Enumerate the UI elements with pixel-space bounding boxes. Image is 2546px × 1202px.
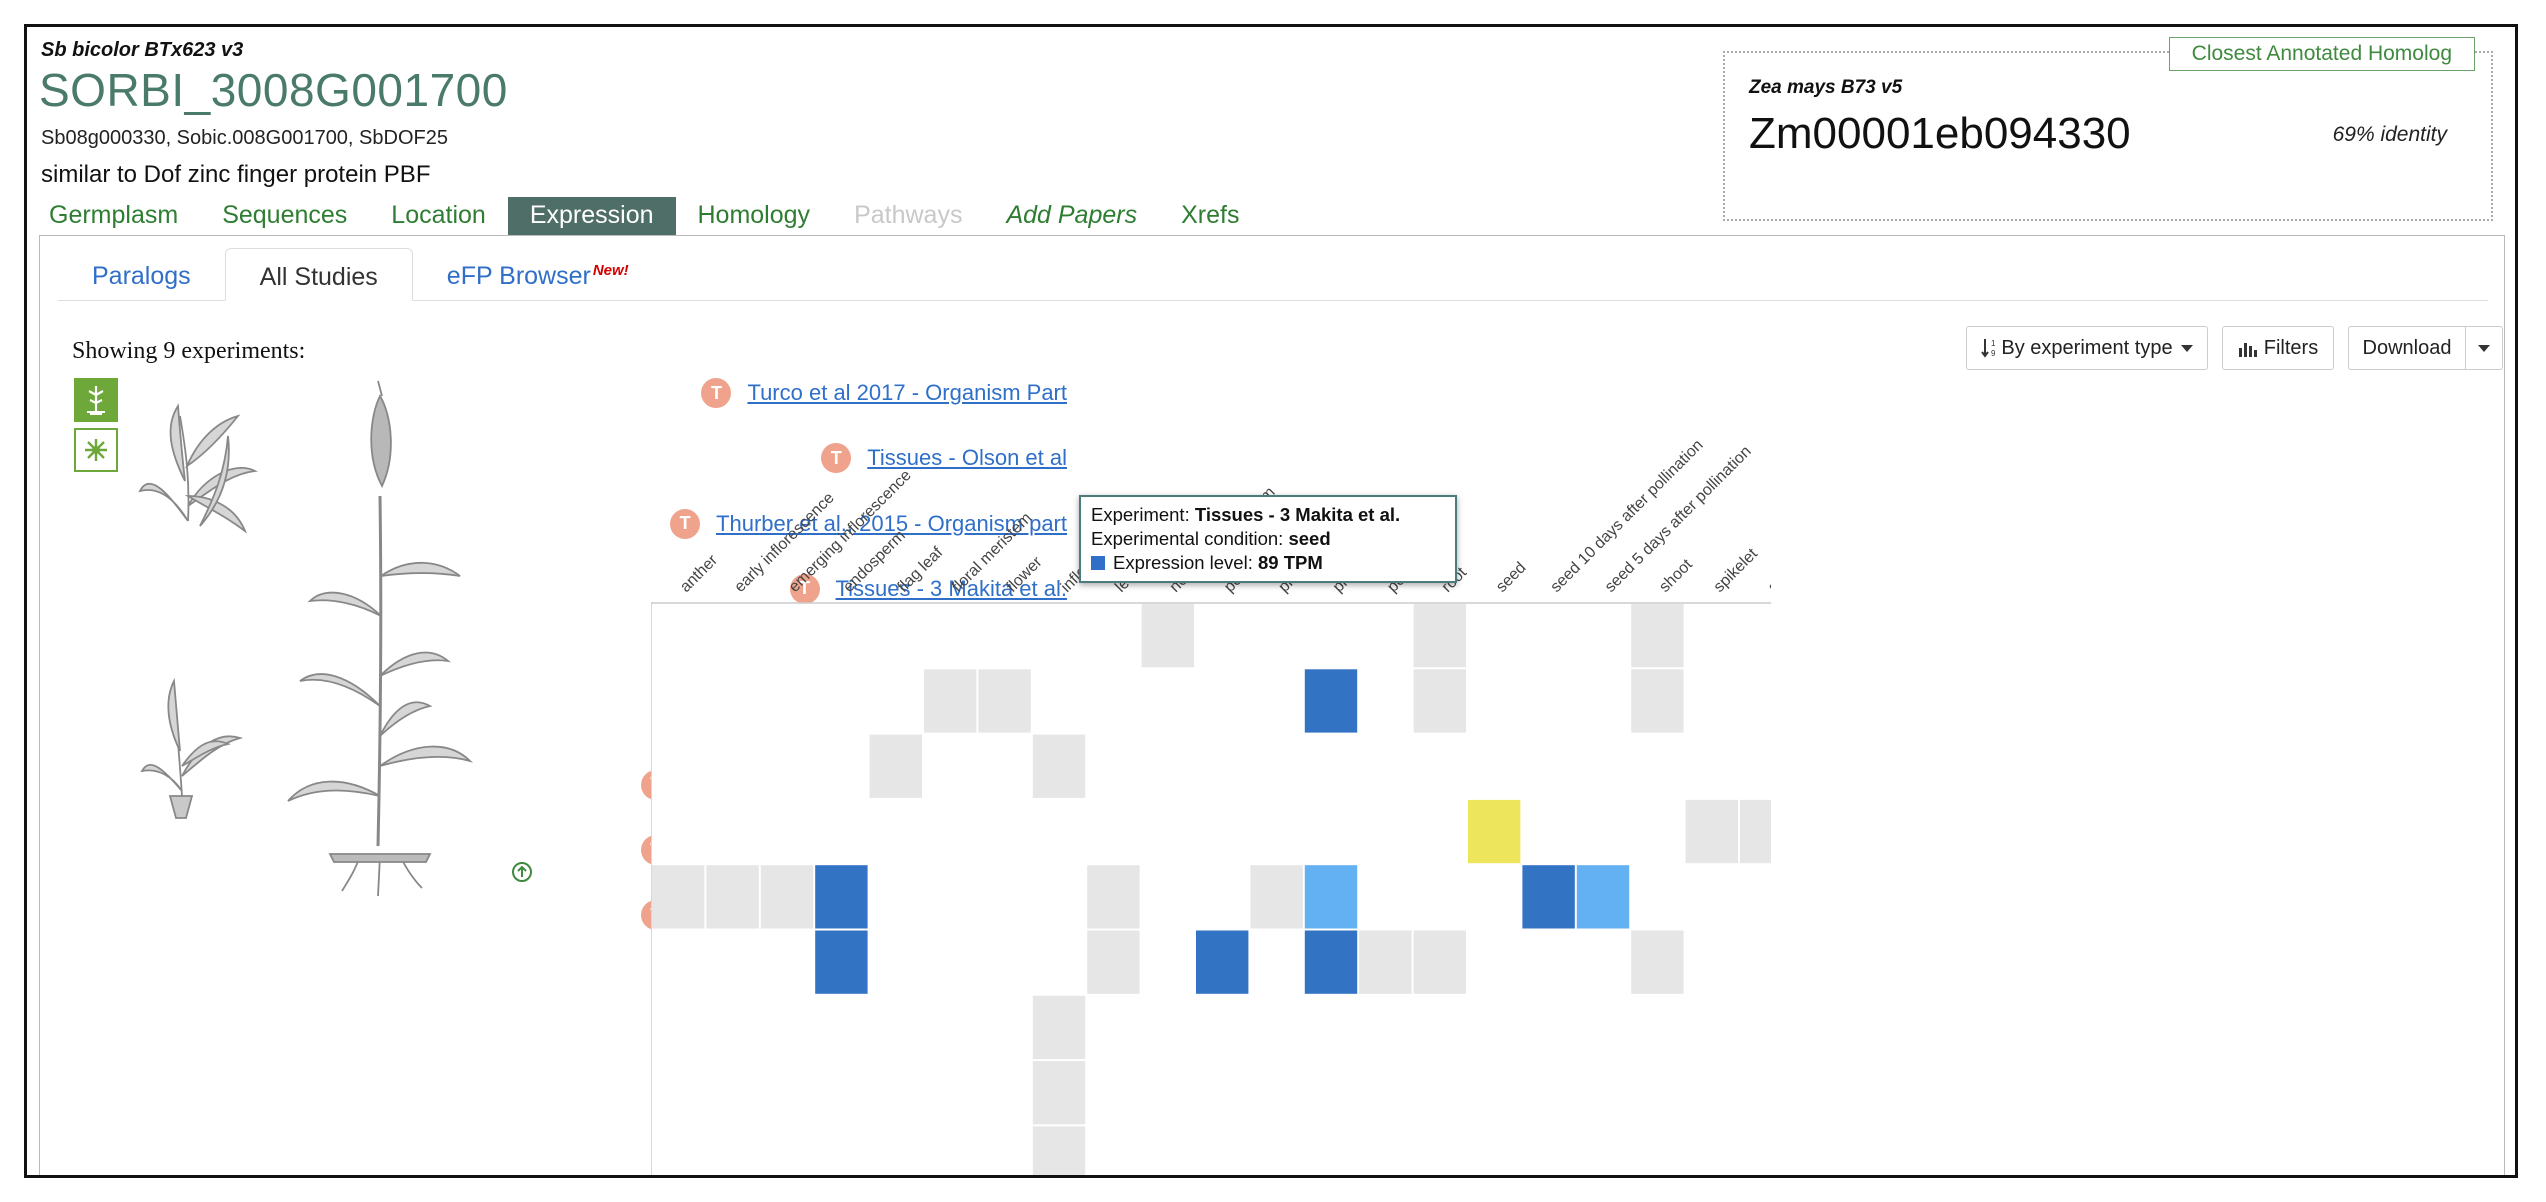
tissue-label: stem bbox=[1765, 559, 1771, 596]
homolog-species: Zea mays B73 v5 bbox=[1749, 77, 1903, 98]
heatmap-cell[interactable] bbox=[1196, 930, 1249, 994]
page-frame: Sb bicolor BTx623 v3 SORBI_3008G001700 S… bbox=[24, 24, 2518, 1178]
tissue-label: early inflorescence bbox=[731, 489, 837, 595]
heatmap-cell[interactable] bbox=[1304, 865, 1358, 929]
heatmap-cell[interactable] bbox=[1087, 930, 1140, 994]
heatmap-cell[interactable] bbox=[1685, 799, 1738, 864]
sort-icon: 1 9 bbox=[1981, 339, 1996, 358]
tooltip-condition-label: Experimental condition: bbox=[1091, 528, 1284, 549]
tooltip-level-label: Expression level: bbox=[1113, 552, 1253, 573]
tooltip-experiment-label: Experiment: bbox=[1091, 504, 1190, 525]
svg-text:9: 9 bbox=[1991, 349, 1996, 358]
heatmap-cell[interactable] bbox=[815, 865, 868, 929]
plant-illustration bbox=[138, 380, 532, 897]
heatmap-cell[interactable] bbox=[978, 669, 1031, 733]
heatmap-cell[interactable] bbox=[1413, 669, 1466, 733]
gene-tabs: Germplasm Sequences Location Expression … bbox=[27, 197, 1261, 235]
heatmap-cell[interactable] bbox=[1032, 1126, 1086, 1178]
tab-sequences[interactable]: Sequences bbox=[200, 197, 369, 235]
plant-view-button[interactable] bbox=[74, 378, 118, 422]
heatmap-cell[interactable] bbox=[1141, 604, 1194, 668]
heatmap-cell[interactable] bbox=[1631, 604, 1684, 668]
filter-icon bbox=[2238, 343, 2257, 357]
download-label: Download bbox=[2362, 336, 2452, 359]
heatmap-cell[interactable] bbox=[1032, 734, 1086, 798]
tab-pathways: Pathways bbox=[854, 201, 963, 229]
heatmap-cell[interactable] bbox=[706, 865, 759, 929]
expression-subtabs: Paralogs All Studies eFP Browser New! bbox=[58, 248, 2488, 301]
filters-button[interactable]: Filters bbox=[2222, 326, 2334, 370]
tab-add-papers[interactable]: Add Papers bbox=[984, 197, 1159, 235]
tissue-label: shoot bbox=[1656, 556, 1696, 596]
plant-view-icon bbox=[87, 386, 105, 415]
sort-label: By experiment type bbox=[2001, 336, 2173, 359]
tooltip-experiment: Tissues - 3 Makita et al. bbox=[1194, 504, 1401, 525]
heatmap-cell[interactable] bbox=[1413, 604, 1466, 668]
filters-label: Filters bbox=[2263, 336, 2319, 359]
tooltip-experiment-row: Experiment: Tissues - 3 Makita et al. bbox=[1091, 503, 1445, 527]
heatmap-cell[interactable] bbox=[1576, 865, 1630, 929]
anatogram-icon bbox=[85, 439, 107, 461]
heatmap-cell[interactable] bbox=[1250, 865, 1303, 929]
heatmap-cell[interactable] bbox=[1631, 669, 1684, 733]
subtab-paralogs[interactable]: Paralogs bbox=[58, 248, 225, 300]
level-swatch bbox=[1091, 556, 1105, 570]
new-badge: New! bbox=[592, 262, 629, 279]
closest-homolog-button[interactable]: Closest Annotated Homolog bbox=[2168, 37, 2475, 71]
species-label: Sb bicolor BTx623 v3 bbox=[41, 39, 244, 61]
heatmap-cell[interactable] bbox=[1631, 930, 1684, 994]
tissue-label: flag leaf bbox=[895, 544, 947, 596]
sort-dropdown[interactable]: 1 9 By experiment type bbox=[1966, 326, 2208, 370]
tab-expression[interactable]: Expression bbox=[507, 197, 676, 235]
tab-location[interactable]: Location bbox=[369, 197, 508, 235]
svg-text:1: 1 bbox=[1991, 339, 1996, 348]
tooltip-level-row: Expression level: 89 TPM bbox=[1091, 551, 1445, 575]
heatmap-cell[interactable] bbox=[1468, 799, 1521, 864]
homolog-box: Closest Annotated Homolog Zea mays B73 v… bbox=[1723, 37, 2493, 221]
heatmap-tooltip: Experiment: Tissues - 3 Makita et al. Ex… bbox=[1079, 495, 1457, 583]
heatmap-cell[interactable] bbox=[924, 669, 977, 733]
gene-description: similar to Dof zinc finger protein PBF bbox=[41, 161, 431, 188]
experiments-count: Showing 9 experiments: bbox=[72, 338, 306, 364]
tooltip-condition-row: Experimental condition: seed bbox=[1091, 527, 1445, 551]
heatmap-cell[interactable] bbox=[1740, 799, 1771, 864]
heatmap-cell[interactable] bbox=[1087, 865, 1140, 929]
tab-xrefs[interactable]: Xrefs bbox=[1159, 197, 1261, 235]
tab-homology[interactable]: Homology bbox=[676, 197, 833, 235]
heatmap-cell[interactable] bbox=[1032, 1061, 1086, 1125]
subtab-efp-browser[interactable]: eFP Browser New! bbox=[413, 248, 663, 300]
homolog-gene-id[interactable]: Zm00001eb094330 bbox=[1749, 109, 2131, 159]
chevron-down-icon bbox=[2478, 344, 2490, 352]
gene-id: SORBI_3008G001700 bbox=[39, 64, 508, 116]
heatmap-cell[interactable] bbox=[1304, 930, 1358, 994]
heatmap-cell[interactable] bbox=[1359, 930, 1412, 994]
heatmap-cell[interactable] bbox=[815, 930, 868, 994]
heatmap-cell[interactable] bbox=[1413, 930, 1466, 994]
tissue-label: spikelet bbox=[1711, 545, 1762, 596]
homolog-identity: 69% identity bbox=[2332, 123, 2447, 146]
expression-heatmap: anther early inflorescenceemerging inflor… bbox=[651, 437, 1771, 1178]
tissue-label: seed bbox=[1493, 559, 1530, 596]
tooltip-level: 89 TPM bbox=[1257, 552, 1323, 573]
tooltip-condition: seed bbox=[1288, 528, 1331, 549]
heatmap-cell[interactable] bbox=[1522, 865, 1575, 929]
heatmap-cell[interactable] bbox=[1032, 995, 1086, 1060]
heatmap-cell[interactable] bbox=[652, 865, 705, 929]
tissue-label: flower bbox=[1003, 553, 1046, 596]
download-button[interactable]: Download bbox=[2348, 326, 2466, 370]
subtab-all-studies[interactable]: All Studies bbox=[224, 248, 413, 301]
heatmap-cell[interactable] bbox=[1304, 669, 1358, 733]
gene-synonyms: Sb08g000330, Sobic.008G001700, SbDOF25 bbox=[41, 127, 448, 149]
anatogram-view-button[interactable] bbox=[74, 428, 118, 472]
efp-label[interactable]: eFP Browser bbox=[447, 262, 591, 290]
tissue-label: anther bbox=[677, 551, 722, 596]
heatmap-cell[interactable] bbox=[760, 865, 814, 929]
download-options-button[interactable] bbox=[2465, 326, 2503, 370]
heatmap-cell[interactable] bbox=[869, 734, 922, 798]
chevron-down-icon bbox=[2180, 344, 2193, 352]
tab-germplasm[interactable]: Germplasm bbox=[27, 197, 200, 235]
